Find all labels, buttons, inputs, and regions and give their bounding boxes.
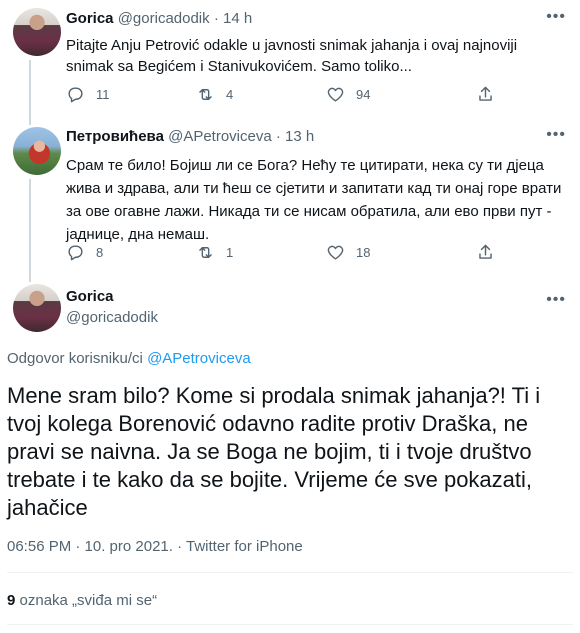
more-icon[interactable]: •••	[546, 127, 566, 143]
reply-button[interactable]: 8	[66, 243, 196, 262]
separator: ·	[213, 10, 219, 27]
share-icon	[479, 244, 492, 259]
reply-mention-link[interactable]: @APetroviceva	[147, 350, 251, 367]
reply-button[interactable]: 11	[66, 85, 196, 104]
retweet-count: 4	[226, 87, 234, 102]
retweet-icon	[199, 89, 212, 100]
user-handle[interactable]: @goricadodik	[66, 309, 158, 326]
heart-icon	[327, 87, 344, 102]
reply-icon	[68, 87, 83, 103]
tweet-header: Петровићева @APetroviceva · 13 h	[66, 127, 566, 147]
reply-count: 8	[96, 245, 104, 260]
tweet-time[interactable]: 13 h	[285, 128, 314, 145]
avatar[interactable]	[13, 127, 61, 175]
tweet-timestamp[interactable]: 06:56 PM · 10. pro 2021. ·	[7, 538, 186, 555]
separator: ·	[275, 128, 281, 145]
display-name[interactable]: Gorica	[66, 288, 114, 305]
tweet-text: Mene sram bilo? Kome si prodala snimak j…	[7, 383, 541, 520]
share-icon	[479, 86, 492, 101]
avatar[interactable]	[13, 8, 61, 56]
share-button[interactable]	[476, 243, 495, 267]
tweet-text: Pitajte Anju Petrović odakle u javnosti …	[66, 37, 518, 75]
reply-count: 11	[96, 87, 110, 102]
avatar[interactable]	[13, 284, 61, 332]
thread-line	[29, 117, 31, 125]
share-button[interactable]	[476, 85, 495, 109]
like-count: 94	[356, 87, 371, 102]
like-button[interactable]: 94	[326, 85, 456, 104]
divider	[7, 624, 573, 625]
retweet-count: 1	[226, 245, 234, 260]
tweet-apetroviceva[interactable]: Петровићева @APetroviceva · 13 h ••• Сра…	[0, 117, 580, 272]
like-button[interactable]: 18	[326, 243, 456, 262]
display-name[interactable]: Петровићева	[66, 128, 164, 145]
tweet-source[interactable]: Twitter for iPhone	[186, 538, 303, 555]
likes-label: oznaka „sviđa mi se“	[15, 592, 158, 609]
retweet-icon	[199, 247, 212, 258]
thread-line	[29, 60, 31, 117]
retweet-button[interactable]: 1	[196, 243, 326, 262]
likes-summary[interactable]: 9 oznaka „sviđa mi se“	[7, 592, 157, 609]
thread-line	[29, 179, 31, 272]
tweet-actions: 8 1 18	[66, 243, 496, 262]
thread-line	[29, 272, 31, 282]
more-icon[interactable]: •••	[546, 292, 566, 308]
reply-prefix: Odgovor korisniku/ci	[7, 350, 148, 367]
tweet-header: Gorica @goricadodik · 14 h	[66, 9, 566, 29]
user-handle[interactable]: @goricadodik	[118, 10, 210, 27]
heart-icon	[327, 245, 344, 260]
retweet-button[interactable]: 4	[196, 85, 326, 104]
user-handle[interactable]: @APetroviceva	[168, 128, 272, 145]
tweet-actions: 11 4 94	[66, 85, 496, 104]
tweet-content: Петровићева @APetroviceva · 13 h ••• Сра…	[66, 127, 566, 246]
reply-context: Odgovor korisniku/ci @APetroviceva	[7, 350, 251, 367]
divider	[7, 572, 573, 573]
like-count: 18	[356, 245, 371, 260]
more-icon[interactable]: •••	[546, 9, 566, 25]
tweet-goricadodik[interactable]: Gorica @goricadodik · 14 h ••• Pitajte A…	[0, 0, 580, 117]
tweet-meta: 06:56 PM · 10. pro 2021. · Twitter for i…	[7, 538, 303, 555]
tweet-content: Gorica @goricadodik · 14 h ••• Pitajte A…	[66, 9, 566, 77]
display-name[interactable]: Gorica	[66, 10, 114, 27]
tweet-time[interactable]: 14 h	[223, 10, 252, 27]
reply-icon	[68, 245, 83, 261]
tweet-text: Срам те било! Бојиш ли се Бога? Нећу те …	[66, 157, 562, 243]
